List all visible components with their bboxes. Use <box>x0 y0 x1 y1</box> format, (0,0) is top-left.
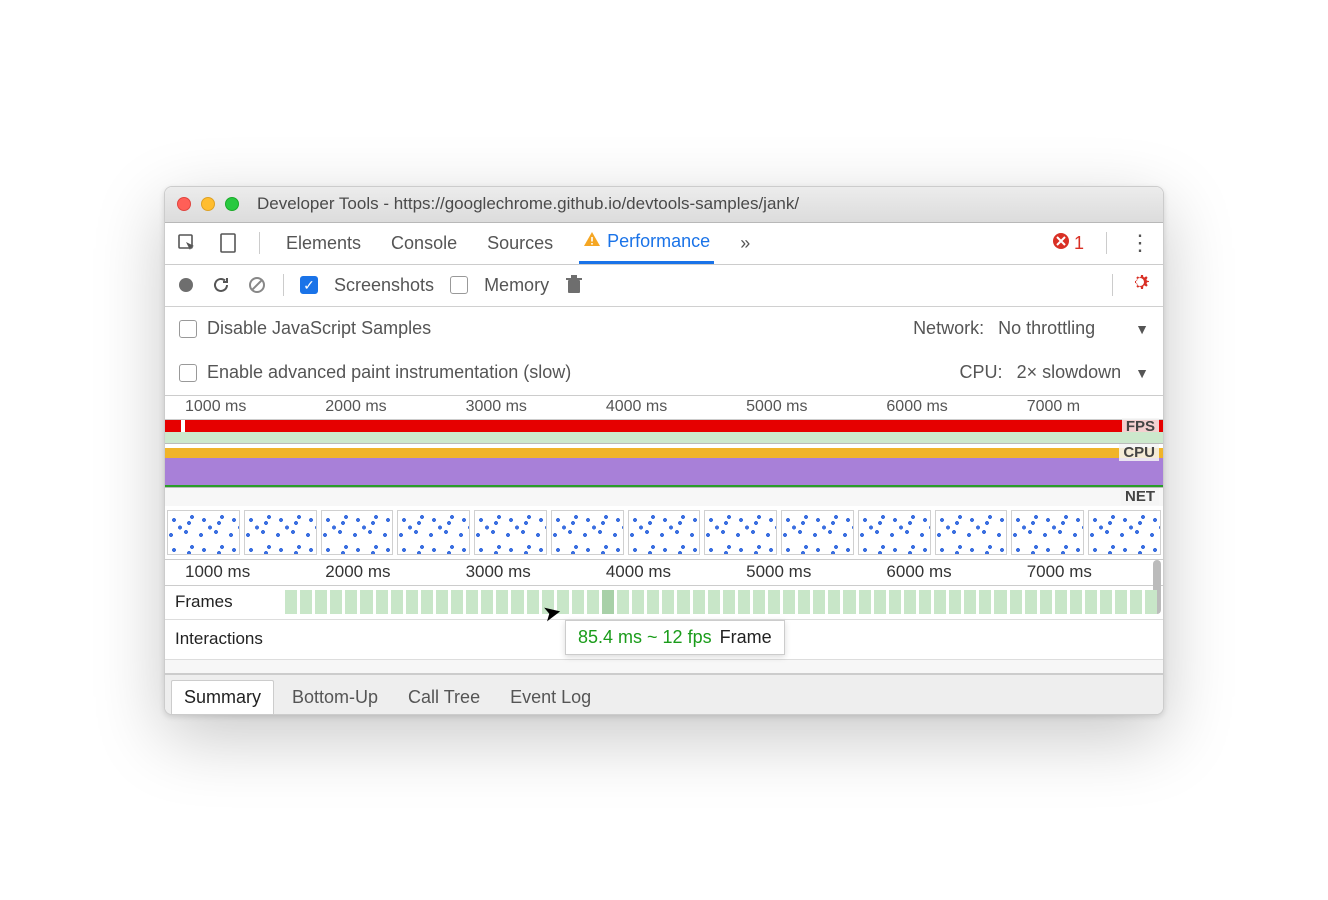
clear-icon[interactable] <box>247 275 267 295</box>
window-title: Developer Tools - https://googlechrome.g… <box>257 194 799 214</box>
tab-call-tree[interactable]: Call Tree <box>396 681 492 714</box>
close-window-button[interactable] <box>177 197 191 211</box>
screenshots-checkbox[interactable]: ✓ <box>300 276 318 294</box>
filmstrip-thumb[interactable] <box>704 510 777 555</box>
interactions-label: Interactions <box>165 629 285 649</box>
warning-icon <box>583 230 601 253</box>
disable-js-checkbox[interactable] <box>179 320 197 338</box>
devtools-window: Developer Tools - https://googlechrome.g… <box>164 186 1164 715</box>
fps-warning-bar <box>165 420 1163 432</box>
window-controls <box>177 197 239 211</box>
enable-paint-checkbox[interactable] <box>179 364 197 382</box>
filmstrip-thumb[interactable] <box>628 510 701 555</box>
cpu-dropdown[interactable]: 2× slowdown ▼ <box>1017 362 1149 383</box>
filmstrip-thumb[interactable] <box>397 510 470 555</box>
filmstrip-thumb[interactable] <box>1088 510 1161 555</box>
controls-row: ✓ Screenshots Memory <box>165 265 1163 307</box>
capture-settings: Disable JavaScript Samples Network: No t… <box>165 307 1163 396</box>
disable-js-label: Disable JavaScript Samples <box>207 318 431 339</box>
tooltip-kind: Frame <box>720 627 772 648</box>
frames-label: Frames <box>165 592 285 612</box>
network-dropdown[interactable]: No throttling ▼ <box>998 318 1149 339</box>
titlebar: Developer Tools - https://googlechrome.g… <box>165 187 1163 223</box>
filmstrip-thumb[interactable] <box>474 510 547 555</box>
cpu-label: CPU: <box>960 362 1003 383</box>
memory-label: Memory <box>484 275 549 296</box>
screenshot-filmstrip[interactable] <box>165 506 1163 560</box>
divider <box>1112 274 1113 296</box>
tab-bottom-up[interactable]: Bottom-Up <box>280 681 390 714</box>
net-lane-label: NET <box>1121 488 1159 505</box>
tab-event-log[interactable]: Event Log <box>498 681 603 714</box>
filmstrip-thumb[interactable] <box>858 510 931 555</box>
tab-summary[interactable]: Summary <box>171 680 274 714</box>
filmstrip-thumb[interactable] <box>244 510 317 555</box>
main-tabbar: Elements Console Sources Performance » 1… <box>165 223 1163 265</box>
inspect-icon[interactable] <box>177 233 197 253</box>
tabs-overflow[interactable]: » <box>736 223 754 264</box>
minimize-window-button[interactable] <box>201 197 215 211</box>
cpu-lane-label: CPU <box>1119 444 1159 461</box>
interactions-track[interactable]: Interactions ➤ 85.4 ms ~ 12 fps Frame <box>165 620 1163 660</box>
overview-pane[interactable]: FPS CPU NET <box>165 420 1163 560</box>
trash-icon[interactable] <box>565 275 583 295</box>
divider <box>283 274 284 296</box>
filmstrip-thumb[interactable] <box>1011 510 1084 555</box>
net-lane: NET <box>165 488 1163 506</box>
filmstrip-thumb[interactable] <box>551 510 624 555</box>
cpu-lane: CPU <box>165 444 1163 488</box>
frame-tooltip: 85.4 ms ~ 12 fps Frame <box>565 620 785 655</box>
frames-track[interactable]: Frames <box>165 586 1163 620</box>
tab-console[interactable]: Console <box>387 223 461 264</box>
enable-paint-label: Enable advanced paint instrumentation (s… <box>207 362 571 383</box>
network-label: Network: <box>913 318 984 339</box>
tab-sources[interactable]: Sources <box>483 223 557 264</box>
track-gutter <box>165 660 1163 674</box>
divider <box>1106 232 1107 254</box>
footer-tabs: Summary Bottom-Up Call Tree Event Log <box>165 674 1163 714</box>
tab-elements[interactable]: Elements <box>282 223 365 264</box>
screenshots-label: Screenshots <box>334 275 434 296</box>
main-ruler[interactable]: 1000 ms 2000 ms 3000 ms 4000 ms 5000 ms … <box>165 560 1163 586</box>
error-icon <box>1052 232 1070 255</box>
device-toggle-icon[interactable] <box>219 232 237 254</box>
filmstrip-thumb[interactable] <box>321 510 394 555</box>
tab-performance[interactable]: Performance <box>579 223 714 264</box>
overview-ruler[interactable]: 1000 ms 2000 ms 3000 ms 4000 ms 5000 ms … <box>165 396 1163 420</box>
filmstrip-thumb[interactable] <box>935 510 1008 555</box>
filmstrip-thumb[interactable] <box>167 510 240 555</box>
fps-lane <box>165 432 1163 444</box>
memory-checkbox[interactable] <box>450 276 468 294</box>
chevron-down-icon: ▼ <box>1135 321 1149 337</box>
maximize-window-button[interactable] <box>225 197 239 211</box>
record-icon[interactable] <box>177 276 195 294</box>
chevron-down-icon: ▼ <box>1135 365 1149 381</box>
divider <box>259 232 260 254</box>
filmstrip-thumb[interactable] <box>781 510 854 555</box>
frames-blocks[interactable] <box>285 590 1163 613</box>
error-badge[interactable]: 1 <box>1052 232 1084 255</box>
reload-icon[interactable] <box>211 275 231 295</box>
settings-gear-icon[interactable] <box>1129 271 1151 299</box>
kebab-menu-icon[interactable]: ⋮ <box>1129 230 1151 256</box>
tooltip-timing: 85.4 ms ~ 12 fps <box>578 627 712 648</box>
